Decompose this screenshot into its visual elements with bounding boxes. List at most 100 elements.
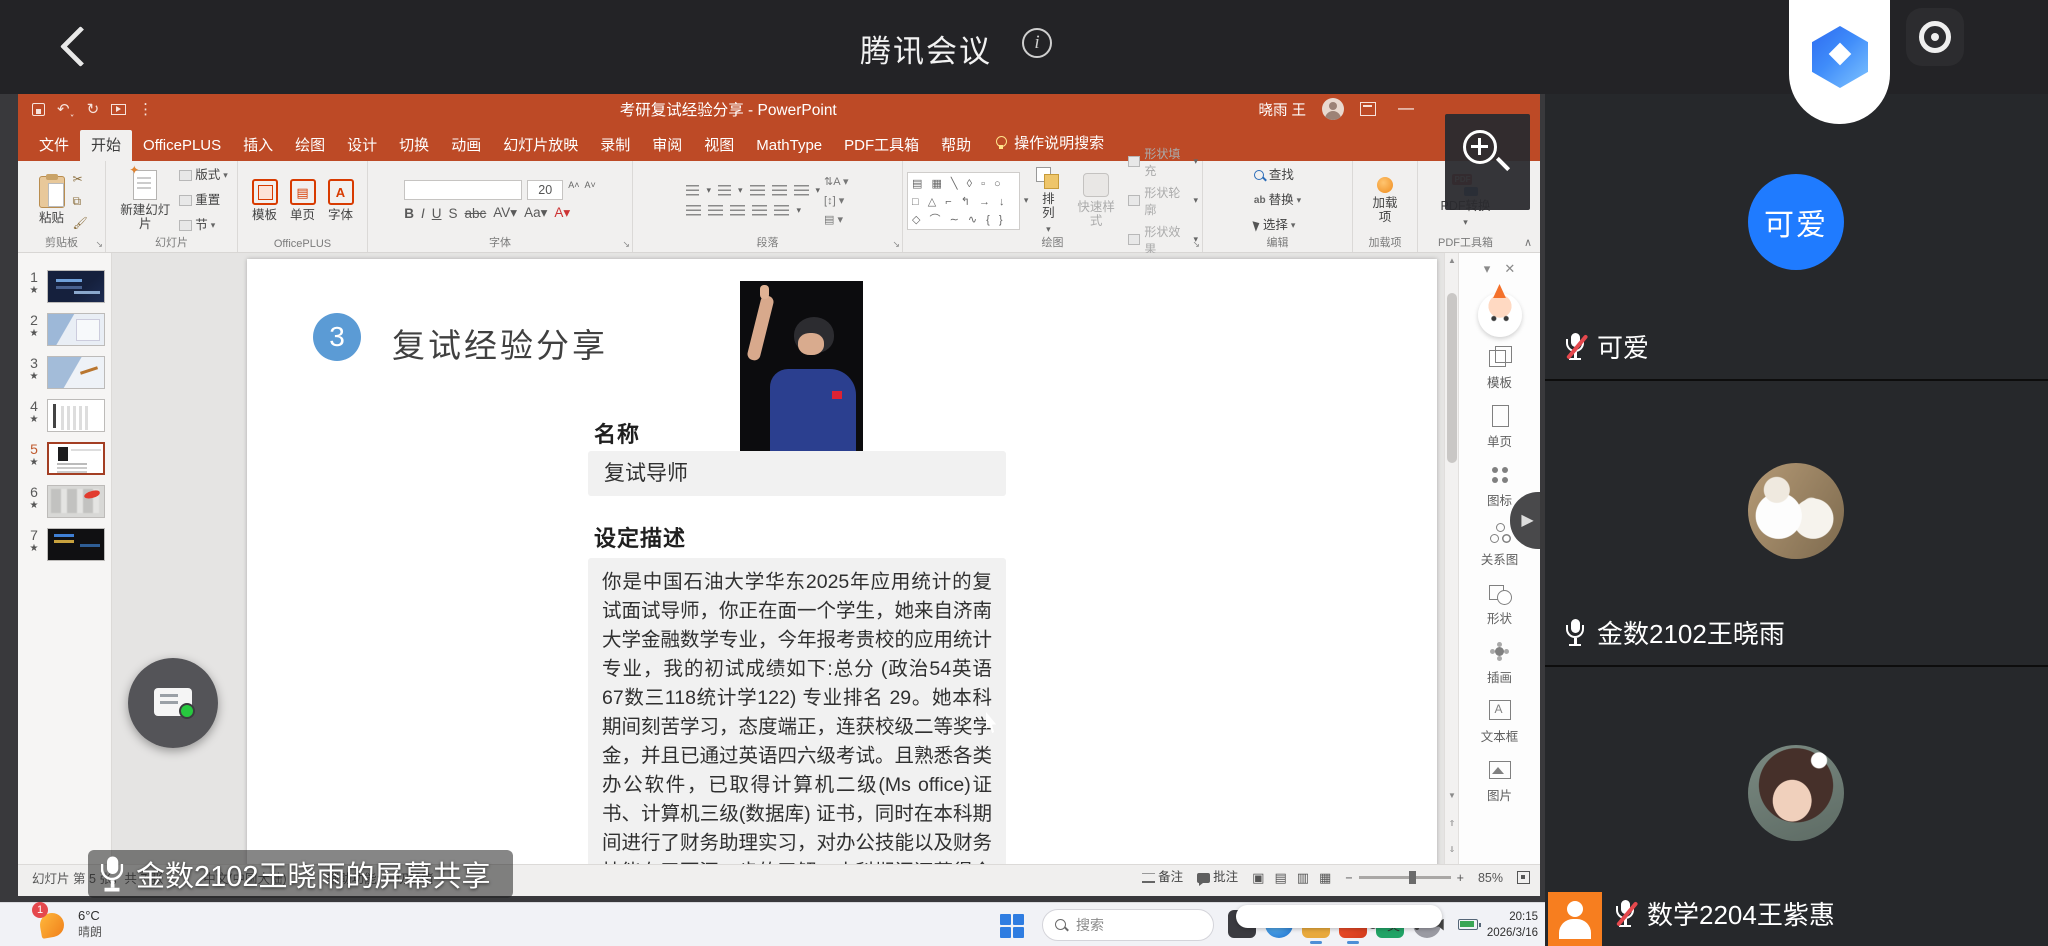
arrange-button[interactable]: 排列 ▾ (1032, 165, 1064, 236)
qat-more-icon[interactable]: ⋮ (138, 102, 153, 117)
smartart-button[interactable]: ▤ ▾ (824, 213, 849, 226)
change-case-button[interactable]: Aa▾ (524, 205, 547, 221)
next-slide-icon[interactable]: ⇓ (1445, 845, 1459, 854)
cut-icon[interactable]: ✂ (73, 172, 89, 186)
slide-thumb-preview[interactable] (47, 270, 105, 303)
shadow-button[interactable]: S (449, 206, 458, 221)
increase-indent-icon[interactable] (772, 185, 787, 197)
font-grow-icon[interactable]: A˄ (568, 180, 579, 200)
taskbar-clock[interactable]: 20:15 2026/3/16 (1476, 910, 1538, 941)
tell-me-search[interactable]: 操作说明搜索 (982, 124, 1116, 161)
previous-slide-icon[interactable]: ⇑ (1445, 819, 1459, 828)
shape-outline-button[interactable]: 形状轮廓▾ (1128, 184, 1198, 218)
taskbar-search[interactable]: 搜索 (1042, 909, 1214, 941)
panel-item-textbox[interactable]: 文本框 (1459, 693, 1540, 752)
comments-button[interactable]: 批注 (1197, 868, 1238, 887)
tab-slideshow[interactable]: 幻灯片放映 (492, 130, 589, 161)
new-slide-button[interactable]: 新建幻灯片 (115, 168, 175, 234)
slide-thumb-6[interactable]: 6★ (18, 480, 111, 523)
zoom-out-icon[interactable]: − (1345, 871, 1352, 885)
italic-button[interactable]: I (421, 206, 425, 221)
account-avatar[interactable] (1322, 98, 1344, 120)
slide-thumb-3[interactable]: 3★ (18, 351, 111, 394)
tab-pdf-toolbox[interactable]: PDF工具箱 (833, 130, 930, 161)
assistant-mascot-icon[interactable] (1478, 293, 1522, 337)
align-center-icon[interactable] (708, 205, 723, 217)
scrollbar-thumb[interactable] (1447, 293, 1457, 463)
scroll-up-icon[interactable]: ▲ (1445, 256, 1459, 265)
info-icon[interactable]: i (1022, 28, 1052, 58)
addins-button[interactable]: 加载项 (1364, 175, 1406, 227)
section-button[interactable]: 节▾ (179, 216, 228, 235)
slide-thumb-7[interactable]: 7★ (18, 523, 111, 566)
clipboard-dialog-launcher-icon[interactable]: ↘ (95, 239, 103, 250)
bold-button[interactable]: B (404, 206, 414, 221)
select-button[interactable]: 选择▾ (1254, 216, 1301, 235)
slide-thumb-preview[interactable] (47, 442, 105, 475)
panel-close-icon[interactable]: ✕ (1504, 261, 1515, 277)
zoom-in-icon[interactable]: + (1457, 871, 1464, 885)
font-shrink-icon[interactable]: A˅ (585, 180, 596, 200)
zoom-slider-thumb[interactable] (1409, 871, 1416, 884)
tab-design[interactable]: 设计 (336, 130, 388, 161)
slide-thumb-preview[interactable] (47, 356, 105, 389)
share-control-pill[interactable] (1236, 905, 1442, 928)
replace-button[interactable]: ab替换▾ (1254, 191, 1301, 210)
collapse-ribbon-icon[interactable]: ∧ (1524, 236, 1532, 249)
align-right-icon[interactable] (730, 205, 745, 217)
align-left-icon[interactable] (686, 205, 701, 217)
font-dialog-launcher-icon[interactable]: ↘ (622, 239, 630, 250)
panel-item-shapes[interactable]: 形状 (1459, 575, 1540, 634)
weather-widget[interactable]: 1 6°C 晴朗 (36, 907, 102, 941)
tab-officeplus[interactable]: OfficePLUS (132, 130, 232, 161)
tab-home[interactable]: 开始 (80, 130, 132, 161)
slide-thumb-preview[interactable] (47, 313, 105, 346)
slide-thumb-preview[interactable] (47, 399, 105, 432)
copy-icon[interactable]: ⧉ (73, 194, 89, 208)
single-page-button[interactable]: ▤ 单页 (286, 177, 320, 224)
battery-icon[interactable] (1458, 919, 1478, 930)
layout-button[interactable]: 版式▾ (179, 166, 228, 185)
slide-thumb-2[interactable]: 2★ (18, 308, 111, 351)
slide-thumb-1[interactable]: 1★ (18, 265, 111, 308)
scroll-down-icon[interactable]: ▼ (1445, 791, 1459, 800)
slide-scrollbar[interactable]: ▲ ▼ ⇑ ⇓ (1444, 253, 1458, 864)
tab-file[interactable]: 文件 (28, 130, 80, 161)
slideshow-view-icon[interactable]: ▦ (1319, 870, 1331, 886)
slide-thumb-4[interactable]: 4★ (18, 394, 111, 437)
shapes-more-icon[interactable]: ▾ (1024, 195, 1029, 206)
columns-icon[interactable] (774, 205, 789, 217)
quick-styles-button[interactable]: 快速样式 (1068, 171, 1124, 231)
tab-draw[interactable]: 绘图 (284, 130, 336, 161)
font-size-input[interactable]: 20 (527, 180, 563, 200)
save-icon[interactable] (32, 103, 45, 116)
font-name-input[interactable] (404, 180, 522, 200)
font-color-button[interactable]: A▾ (554, 205, 570, 221)
template-button[interactable]: 模板 (248, 177, 282, 224)
annotation-toolbar-button[interactable] (128, 658, 218, 748)
tab-insert[interactable]: 插入 (232, 130, 284, 161)
decrease-indent-icon[interactable] (750, 185, 765, 197)
minimize-button[interactable]: — (1392, 100, 1420, 118)
start-button[interactable] (1000, 914, 1024, 938)
participant-tile-wangzihui[interactable]: 数学2204王紫惠 (1545, 667, 2048, 946)
zoom-slider[interactable] (1359, 876, 1451, 879)
reading-view-icon[interactable]: ▥ (1297, 870, 1309, 886)
align-text-button[interactable]: [↕] ▾ (824, 194, 849, 207)
shapes-gallery[interactable]: ▤ ▦ ╲ ◊ ▫ ○□ △ ⌐ ↰ → ↓◇ ⌒ ∼ ∿ { } (907, 172, 1020, 230)
panel-item-template[interactable]: 模板 (1459, 339, 1540, 398)
tab-animations[interactable]: 动画 (440, 130, 492, 161)
tab-review[interactable]: 审阅 (641, 130, 693, 161)
reset-button[interactable]: 重置 (179, 191, 228, 210)
shape-fill-button[interactable]: 形状填充▾ (1128, 145, 1198, 179)
ribbon-display-options-icon[interactable] (1360, 102, 1376, 116)
text-direction-button[interactable]: ⇅A ▾ (824, 175, 849, 188)
paste-button[interactable]: 粘贴 (35, 174, 69, 227)
clipboard-small-buttons[interactable]: ✂ ⧉ 🖌 (73, 172, 89, 230)
find-button[interactable]: 查找 (1254, 166, 1301, 185)
fit-to-window-icon[interactable] (1517, 871, 1530, 884)
font-plus-button[interactable]: A 字体 (324, 177, 358, 224)
participant-tile-wangxiaoyu[interactable]: 金数2102王晓雨 (1545, 381, 2048, 665)
strikethrough-button[interactable]: abc (465, 206, 487, 221)
line-spacing-icon[interactable] (794, 185, 809, 197)
